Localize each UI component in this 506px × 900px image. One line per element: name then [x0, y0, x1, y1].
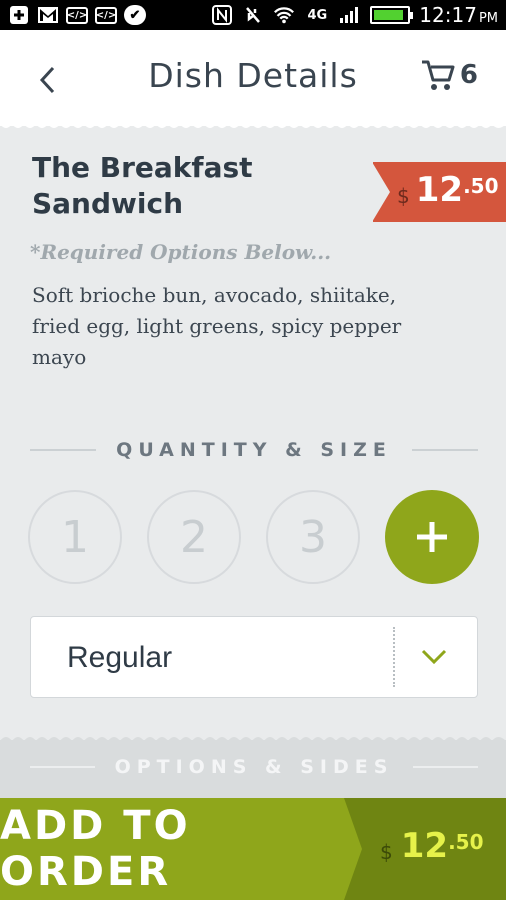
size-value: Regular [67, 641, 173, 674]
quantity-size-header: QUANTITY & SIZE [30, 438, 479, 462]
clock: 12:17 PM [419, 3, 498, 27]
quantity-option-1[interactable]: 1 [28, 490, 122, 584]
quantity-selector: 1 2 3 [28, 490, 480, 586]
cart-button[interactable]: 6 [420, 58, 478, 92]
total-currency: $ [380, 840, 393, 864]
battery-icon [370, 6, 414, 24]
options-section: OPTIONS & SIDES [0, 740, 506, 800]
dish-name: The Breakfast Sandwich [32, 151, 253, 220]
options-sides-header: OPTIONS & SIDES [30, 755, 478, 779]
price-dollars: 12 [415, 170, 464, 210]
section-label: OPTIONS & SIDES [114, 756, 394, 778]
nfc-icon [211, 5, 233, 25]
size-dropdown[interactable]: Regular [30, 616, 478, 698]
code-icon: </> [95, 6, 117, 24]
chevron-down-icon [421, 649, 447, 665]
price-tag: $ 12 .50 [372, 162, 506, 222]
network-icon: 4G [307, 7, 328, 23]
dropdown-divider [393, 627, 395, 687]
price-currency: $ [397, 184, 410, 208]
code-icon: </> [66, 6, 88, 24]
header-edge [0, 124, 506, 128]
app-header: Dish Details 6 [0, 30, 506, 126]
quantity-more-button[interactable] [385, 490, 479, 584]
section-label: QUANTITY & SIZE [116, 439, 392, 461]
order-bar: ADD TO ORDER $ 12 .50 [0, 798, 506, 900]
divider [30, 449, 97, 451]
plus-box-icon [8, 5, 30, 25]
mute-icon [242, 5, 264, 25]
divider [413, 766, 478, 768]
check-icon: ✔ [124, 5, 146, 25]
gmail-icon [37, 5, 59, 25]
plus-icon [417, 522, 447, 552]
required-note: *Required Options Below... [30, 240, 332, 264]
wifi-icon [273, 5, 295, 25]
add-to-order-button[interactable]: ADD TO ORDER [0, 798, 362, 900]
total-dollars: 12 [400, 826, 449, 866]
total-cents: .50 [448, 830, 484, 854]
divider [30, 766, 95, 768]
order-total: $ 12 .50 [344, 798, 506, 900]
quantity-option-2[interactable]: 2 [147, 490, 241, 584]
status-bar: </> </> ✔ 4G 12:17 PM [0, 0, 506, 30]
cart-icon [421, 60, 455, 90]
dish-description: Soft brioche bun, avocado, shiitake, fri… [32, 283, 402, 369]
signal-icon [339, 5, 361, 25]
cart-count: 6 [459, 60, 478, 90]
divider [411, 449, 479, 451]
quantity-option-3[interactable]: 3 [266, 490, 360, 584]
price-cents: .50 [463, 174, 499, 198]
